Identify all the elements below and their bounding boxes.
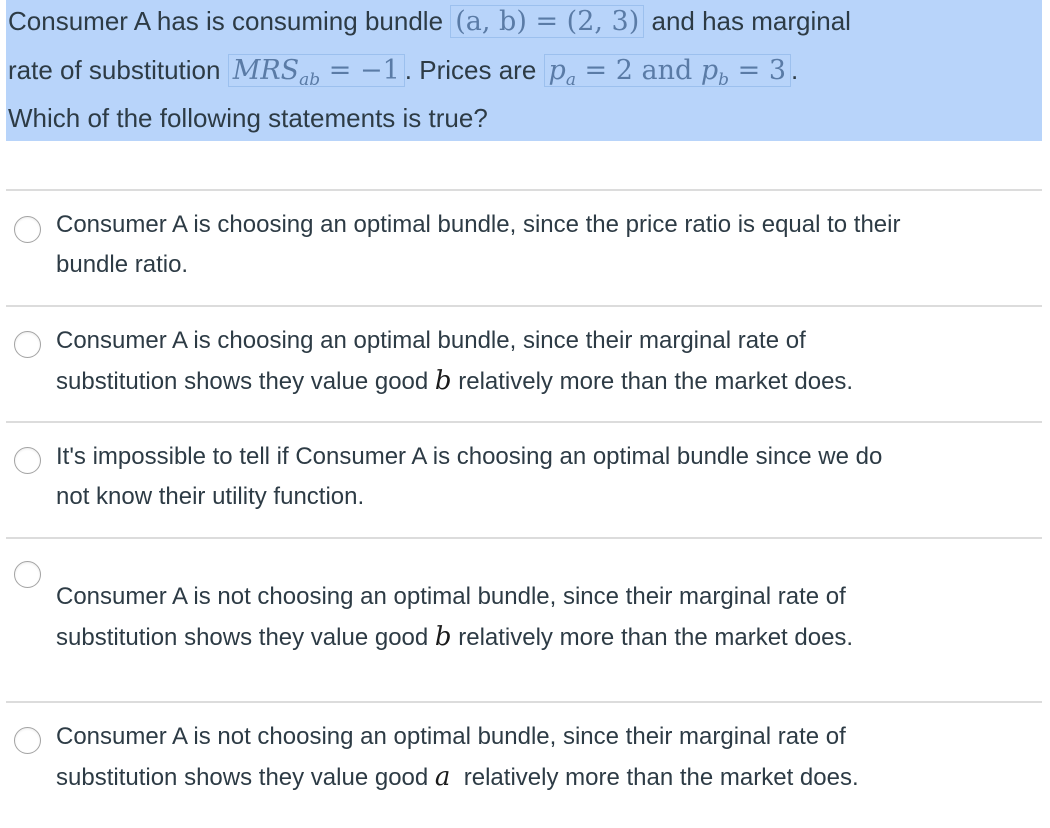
question-text: Consumer A has is consuming bundle xyxy=(8,6,451,36)
mrs-math: MRSab = −1 xyxy=(227,54,405,90)
answer-option-5[interactable]: Consumer A is not choosing an optimal bu… xyxy=(6,702,1042,828)
option-line: Consumer A is not choosing an optimal bu… xyxy=(56,583,846,610)
price-a-subscript: a xyxy=(565,70,576,90)
price-a-value: = 2 and xyxy=(575,55,701,86)
price-b-subscript: b xyxy=(718,70,730,90)
option-text-part: substitution shows they value good xyxy=(56,624,435,651)
option-line: not know their utility function. xyxy=(56,483,365,510)
option-text-part: substitution shows they value good xyxy=(56,368,435,395)
radio-button[interactable] xyxy=(14,447,41,474)
question-text: and has marginal xyxy=(644,6,851,36)
option-line: bundle ratio. xyxy=(56,251,189,278)
option-line: Consumer A is choosing an optimal bundle… xyxy=(56,211,901,238)
option-text-part: substitution shows they value good xyxy=(56,764,435,791)
question-stem: Consumer A has is consuming bundle (a, b… xyxy=(6,0,1042,141)
answer-option-2[interactable]: Consumer A is choosing an optimal bundle… xyxy=(6,306,1042,421)
question-text: . xyxy=(791,55,799,85)
mrs-subscript: ab xyxy=(299,70,321,90)
option-text[interactable]: Consumer A is choosing an optimal bundle… xyxy=(56,321,1041,402)
good-variable: a xyxy=(434,762,451,792)
option-line: substitution shows they value good b rel… xyxy=(56,617,1041,658)
radio-button[interactable] xyxy=(14,331,41,358)
good-variable: b xyxy=(434,366,452,396)
answer-option-4[interactable]: Consumer A is not choosing an optimal bu… xyxy=(6,538,1042,701)
question-line-1: Consumer A has is consuming bundle (a, b… xyxy=(8,0,851,46)
radio-button[interactable] xyxy=(14,561,41,588)
prices-math: pa = 2 and pb = 3 xyxy=(543,54,792,90)
option-line: substitution shows they value good b rel… xyxy=(56,361,1041,402)
option-line: Consumer A is not choosing an optimal bu… xyxy=(56,723,846,750)
option-text[interactable]: Consumer A is not choosing an optimal bu… xyxy=(56,717,1041,798)
price-a-symbol: p xyxy=(548,55,566,86)
bundle-math: (a, b) = (2, 3) xyxy=(450,5,645,38)
price-b-value: = 3 xyxy=(729,55,787,86)
option-text[interactable]: Consumer A is not choosing an optimal bu… xyxy=(56,577,1041,658)
good-variable: b xyxy=(434,622,452,652)
option-line: It's impossible to tell if Consumer A is… xyxy=(56,443,883,470)
mrs-symbol: MRS xyxy=(232,55,300,86)
radio-button[interactable] xyxy=(14,216,41,243)
option-text-part: relatively more than the market does. xyxy=(451,368,854,395)
option-text[interactable]: It's impossible to tell if Consumer A is… xyxy=(56,437,1041,517)
option-text-part: relatively more than the market does. xyxy=(451,624,854,651)
option-text[interactable]: Consumer A is choosing an optimal bundle… xyxy=(56,205,1041,285)
answer-option-3[interactable]: It's impossible to tell if Consumer A is… xyxy=(6,422,1042,537)
question-line-3: Which of the following statements is tru… xyxy=(8,94,488,143)
option-line: substitution shows they value good a rel… xyxy=(56,757,1041,798)
radio-button[interactable] xyxy=(14,727,41,754)
question-text: Which of the following statements is tru… xyxy=(8,103,488,133)
price-b-symbol: p xyxy=(700,55,719,86)
option-line: Consumer A is choosing an optimal bundle… xyxy=(56,327,806,354)
option-text-part: relatively more than the market does. xyxy=(450,764,859,791)
mrs-value: = −1 xyxy=(320,55,400,86)
question-text: . Prices are xyxy=(404,55,544,85)
answer-option-1[interactable]: Consumer A is choosing an optimal bundle… xyxy=(6,190,1042,305)
question-text: rate of substitution xyxy=(8,55,228,85)
